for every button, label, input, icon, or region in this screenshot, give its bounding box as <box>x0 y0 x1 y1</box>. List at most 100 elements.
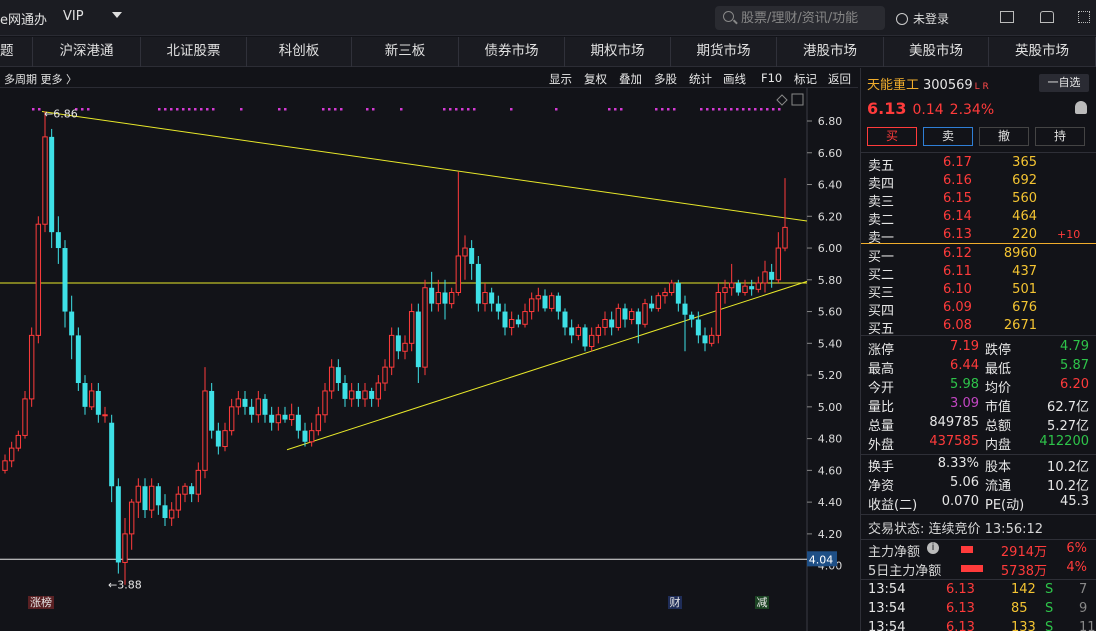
trade-button[interactable]: 持 <box>1035 127 1085 146</box>
order-row: 买二 6.11 437 <box>861 263 1096 283</box>
y-tick-label: 6.80 <box>818 115 843 128</box>
sell-book: 卖五 6.17 365 卖四 6.16 692 卖三 6.15 560 卖二 6.14 464 卖一 6.… <box>861 154 1096 246</box>
candlestick-chart[interactable]: 6.80 6.60 6.40 6.20 6.00 5.80 5.60 5.40 5.20 5.00… <box>0 88 858 631</box>
signal-dot <box>754 108 757 111</box>
candle-body <box>708 334 715 344</box>
order-price: 6.17 <box>943 155 972 170</box>
info-icon[interactable]: i <box>927 542 939 554</box>
nav-item[interactable]: 债券市场 <box>459 37 565 67</box>
tick-price: 6.13 <box>946 601 975 616</box>
candle-body <box>429 287 435 304</box>
nav-item[interactable]: 科创板 <box>247 37 352 67</box>
lr-badge: L R <box>974 82 989 92</box>
tick-vol: 142 <box>1011 582 1036 597</box>
price-pct: 2.34% <box>949 102 995 118</box>
signal-dot <box>778 108 781 111</box>
candle-body <box>175 493 182 511</box>
y-tick-label: 4.40 <box>818 496 843 509</box>
toolbar-button[interactable]: 返回 <box>828 71 851 87</box>
signal-dot <box>449 108 452 111</box>
candle-body <box>148 485 155 511</box>
signal-dot <box>730 108 733 111</box>
capital-row: 5日主力净额 5738万 4% <box>861 559 1096 579</box>
candle-body <box>335 367 341 384</box>
nav-item[interactable]: 北证股票 <box>141 37 247 67</box>
trade-button[interactable]: 卖 <box>923 127 973 146</box>
window-icon[interactable] <box>791 93 804 106</box>
toolbar-button[interactable]: 画线 <box>723 71 746 87</box>
login-button[interactable]: 未登录 <box>896 10 949 27</box>
candle-body <box>189 486 195 495</box>
signal-dot <box>400 108 403 111</box>
stat-value: 412200 <box>1039 434 1089 449</box>
toolbar-button[interactable]: 显示 <box>549 71 572 87</box>
signal-dot <box>706 108 709 111</box>
tick-n: 9 <box>1079 601 1088 616</box>
high-label: ←6.86 <box>44 107 78 120</box>
lock-icon[interactable] <box>1040 11 1054 23</box>
search-input[interactable] <box>741 8 881 28</box>
trade-button[interactable]: 撤 <box>979 127 1029 146</box>
candle-body <box>749 286 755 290</box>
signal-dot <box>742 108 745 111</box>
toolbar-button[interactable]: 叠加 <box>619 71 642 87</box>
price-line: 6.13 0.14 2.34% <box>867 99 1000 118</box>
mail-icon[interactable] <box>1000 11 1014 23</box>
nav-item[interactable]: 港股市场 <box>777 37 884 67</box>
candle-body <box>469 248 475 264</box>
period-selector[interactable]: 多周期 更多 〉 <box>4 71 77 87</box>
nav-item[interactable]: 题 <box>0 37 33 67</box>
stat-label: 涨停 <box>868 343 895 358</box>
nav-item[interactable]: 期权市场 <box>565 37 671 67</box>
candle-body <box>62 248 68 312</box>
signal-dot <box>206 108 209 111</box>
candle-body <box>388 334 395 368</box>
candle-body <box>455 255 462 294</box>
chevron-down-icon[interactable] <box>112 12 122 18</box>
nav-item[interactable]: 期货市场 <box>671 37 777 67</box>
toolbar-button[interactable]: 统计 <box>689 71 712 87</box>
signal-dot <box>510 108 513 111</box>
diamond-icon[interactable] <box>776 94 788 106</box>
nav-item[interactable]: 英股市场 <box>989 37 1096 67</box>
add-watchlist-button[interactable]: 一自选 <box>1039 74 1089 92</box>
y-tick-label: 6.00 <box>818 242 843 255</box>
stat-row: 总量 849785 总额 5.27亿 <box>861 414 1096 434</box>
quote-panel: 天能重工 300569 L R 一自选 6.13 0.14 2.34% 买卖撤持 卖五 6… <box>860 68 1096 631</box>
stat-row: 净资 5.06 流通 10.2亿 <box>861 474 1096 494</box>
stat-label: 流通 <box>985 479 1012 494</box>
search-box[interactable] <box>715 6 885 30</box>
candle-body <box>742 285 748 294</box>
candle-body <box>548 295 555 309</box>
signal-dot <box>555 108 558 111</box>
candle-body <box>348 390 355 400</box>
y-tick-label: 5.40 <box>818 337 843 350</box>
bell-icon[interactable] <box>1075 101 1087 114</box>
y-tick-label: 4.80 <box>818 433 843 446</box>
candle-body <box>135 485 142 503</box>
candle-body <box>15 434 22 449</box>
vip-label[interactable]: VIP <box>63 9 84 24</box>
tick-side: S <box>1045 620 1054 631</box>
signal-dot <box>284 108 287 111</box>
trade-button[interactable]: 买 <box>867 127 917 146</box>
stat-value: 8.33% <box>937 456 979 471</box>
nav-item[interactable]: 沪深港通 <box>33 37 141 67</box>
toolbar-button[interactable]: 标记 <box>794 71 817 87</box>
nav-item[interactable]: 美股市场 <box>884 37 989 67</box>
candle-body <box>168 509 175 519</box>
nav-item[interactable]: 新三板 <box>352 37 459 67</box>
signal-dot <box>736 108 739 111</box>
low-label: ←3.88 <box>108 579 142 592</box>
stat-value: 4.79 <box>1060 339 1089 354</box>
toolbar-button[interactable]: 多股 <box>654 71 677 87</box>
toolbar-button[interactable]: 复权 <box>584 71 607 87</box>
toolbar-button[interactable]: F10 <box>761 71 782 85</box>
candle-body <box>209 390 215 431</box>
signal-dot <box>673 108 676 111</box>
stock-app: e网通办 VIP 未登录 题沪深港通北证股票科创板新三板债券市场期权市场期货市场… <box>0 0 1096 631</box>
grid-icon[interactable] <box>1078 11 1090 23</box>
capital-bar <box>961 565 983 572</box>
tick-n: 7 <box>1079 582 1088 597</box>
candle-body <box>528 298 535 313</box>
